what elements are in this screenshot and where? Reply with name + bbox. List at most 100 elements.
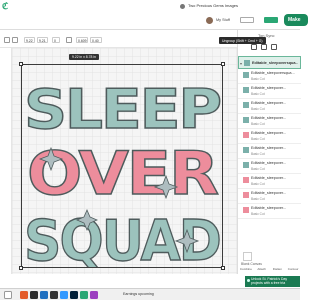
ungroup-tooltip: Ungroup (Shift + Cmd + G) — [219, 37, 266, 44]
layer-name: Editable_sleepover... — [251, 131, 287, 135]
layer-operation: Basic Cut — [251, 197, 265, 201]
design-canvas[interactable]: 9.22 in x 8.78 in SLEEP OVER SQUAD — [12, 48, 237, 274]
x-position-field[interactable]: 0.609 — [76, 37, 88, 43]
start-icon[interactable] — [4, 291, 12, 299]
flip-icon[interactable] — [66, 37, 72, 43]
layers-panel: Ton Sync ▾ Editable_sleepoversqua... Edi… — [237, 30, 301, 274]
layer-row[interactable]: Editable_sleepover... Basic Cut — [238, 129, 301, 144]
layer-operation: Basic Cut — [251, 122, 265, 126]
attach-button[interactable]: Attach — [254, 267, 270, 274]
layer-thumbnail — [243, 132, 249, 138]
layer-operation: Basic Cut — [251, 92, 265, 96]
layer-name: Editable_sleepover... — [251, 146, 287, 150]
layer-operation: Basic Cut — [251, 182, 265, 186]
layer-row[interactable]: Editable_sleepover... Basic Cut — [238, 189, 301, 204]
layer-row[interactable]: Editable_sleepover... Basic Cut — [238, 114, 301, 129]
profile-row — [206, 16, 213, 24]
layer-row[interactable]: Editable_sleepoversqua... Basic Cut — [238, 69, 301, 84]
selection-box[interactable] — [21, 64, 223, 268]
layer-name: Editable_sleepover... — [251, 101, 287, 105]
info-icon — [246, 279, 250, 282]
layer-name: Editable_sleepover... — [251, 86, 287, 90]
group-name: Editable_sleepoversqua... — [252, 61, 298, 65]
layer-actions — [251, 44, 277, 50]
resize-handle-top-left[interactable] — [19, 62, 23, 66]
save-button[interactable] — [240, 17, 254, 23]
height-field[interactable]: 9.21 — [37, 37, 48, 43]
layer-thumbnail — [243, 177, 249, 183]
avatar[interactable] — [206, 16, 213, 24]
layer-name: Editable_sleepover... — [251, 206, 287, 210]
rotate-field[interactable]: 0 — [52, 37, 60, 43]
group-icon[interactable] — [251, 44, 257, 50]
layer-thumbnail — [243, 192, 249, 198]
layer-thumbnail — [243, 147, 249, 153]
combine-button[interactable]: Combine — [238, 267, 254, 274]
app-icon[interactable] — [20, 291, 28, 299]
earnings-text[interactable]: Earnings upcoming — [123, 292, 154, 296]
layer-row[interactable]: Editable_sleepover... Basic Cut — [238, 159, 301, 174]
layer-list: ▾ Editable_sleepoversqua... Editable_sle… — [238, 56, 301, 219]
layer-row[interactable]: Editable_sleepover... Basic Cut — [238, 99, 301, 114]
linetype-icon[interactable] — [12, 37, 18, 43]
top-header: ℭ Two Precious Gems Images My Stuff Make — [0, 0, 308, 30]
layer-thumbnail — [243, 117, 249, 123]
app-icon[interactable] — [30, 291, 38, 299]
save-row — [240, 16, 254, 24]
layer-row[interactable]: Editable_sleepover... Basic Cut — [238, 84, 301, 99]
resize-handle-bottom-left[interactable] — [19, 266, 23, 270]
app-icon[interactable] — [90, 291, 98, 299]
share-button[interactable] — [264, 17, 278, 23]
project-title[interactable]: Two Precious Gems Images — [188, 3, 238, 8]
layer-name: Editable_sleepover... — [251, 176, 287, 180]
my-stuff-button[interactable]: My Stuff — [216, 18, 230, 22]
layer-operation: Basic Cut — [251, 167, 265, 171]
layer-name: Editable_sleepover... — [251, 116, 287, 120]
layer-thumbnail — [244, 60, 250, 66]
resize-handle-bottom-right[interactable] — [221, 266, 225, 270]
share-row — [264, 16, 278, 24]
layer-name: Editable_sleepoversqua... — [251, 71, 295, 75]
layer-thumbnail — [243, 207, 249, 213]
app-icon[interactable] — [60, 291, 68, 299]
os-taskbar: Earnings upcoming — [0, 288, 300, 300]
duplicate-icon[interactable] — [271, 44, 277, 50]
layer-thumbnail — [243, 102, 249, 108]
make-button[interactable]: Make — [284, 14, 308, 26]
operation-icon[interactable] — [4, 37, 10, 43]
resize-handle-top-right[interactable] — [221, 62, 225, 66]
layer-operation: Basic Cut — [251, 137, 265, 141]
layer-row[interactable]: Editable_sleepover... Basic Cut — [238, 204, 301, 219]
promo-banner[interactable]: Unlock St. Patrick's Day projects with a… — [245, 276, 300, 287]
promo-line-2: projects with a free tria — [251, 281, 286, 286]
project-icon — [180, 4, 185, 9]
dimension-tag: 9.22 in x 8.78 in — [69, 54, 99, 60]
blank-canvas-label: Blank Canvas — [241, 262, 262, 266]
y-position-field[interactable]: 0.40 — [90, 37, 102, 43]
app-icon[interactable] — [80, 291, 88, 299]
layer-operation: Basic Cut — [251, 152, 265, 156]
layer-name: Editable_sleepover... — [251, 191, 287, 195]
app-icon[interactable] — [40, 291, 48, 299]
ungroup-icon[interactable] — [261, 44, 267, 50]
layer-operation: Basic Cut — [251, 77, 265, 81]
my-stuff-row: My Stuff — [216, 16, 230, 24]
left-toolbar — [0, 48, 12, 274]
design-space-window: ℭ Two Precious Gems Images My Stuff Make… — [0, 0, 308, 300]
layer-thumbnail — [243, 87, 249, 93]
app-icon[interactable] — [50, 291, 58, 299]
layer-name: Editable_sleepover... — [251, 161, 287, 165]
chevron-down-icon[interactable]: ▾ — [240, 61, 242, 66]
layer-operation: Basic Cut — [251, 107, 265, 111]
width-field[interactable]: 9.22 — [24, 37, 35, 43]
layer-thumbnail — [243, 72, 249, 78]
layer-row[interactable]: Editable_sleepover... Basic Cut — [238, 144, 301, 159]
contour-button[interactable]: Contour — [285, 267, 301, 274]
layer-row[interactable]: Editable_sleepover... Basic Cut — [238, 174, 301, 189]
layer-operation: Basic Cut — [251, 212, 265, 216]
app-icon[interactable] — [70, 291, 78, 299]
flatten-button[interactable]: Flatten — [270, 267, 286, 274]
blank-canvas-thumbnail[interactable] — [243, 252, 252, 261]
layer-group-row[interactable]: ▾ Editable_sleepoversqua... — [238, 56, 301, 69]
app-logo[interactable]: ℭ — [2, 2, 8, 12]
